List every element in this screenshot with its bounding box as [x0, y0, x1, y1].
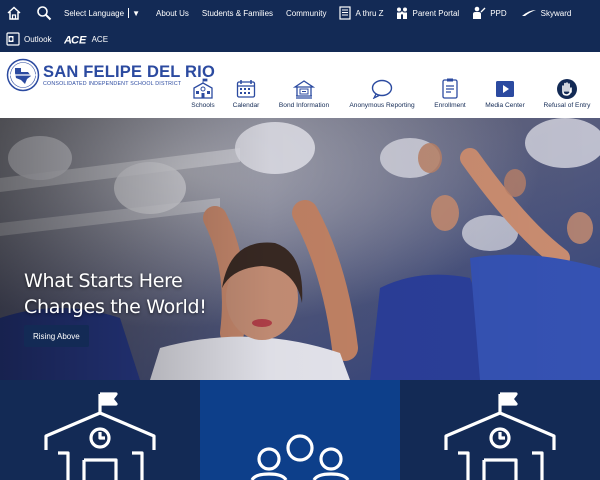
document-list-icon — [339, 6, 352, 20]
main-nav: Schools Calendar Bond Information Anonym… — [0, 78, 600, 118]
topbar-link-a-thru-z[interactable]: A thru Z — [339, 6, 384, 20]
outlook-icon — [6, 32, 20, 46]
hero-banner: What Starts Here Changes the World! Risi… — [0, 118, 600, 380]
tile-community[interactable] — [200, 380, 400, 480]
people-group-icon — [250, 434, 350, 480]
nav-label-refusal-of-entry: Refusal of Entry — [543, 102, 591, 109]
calendar-icon — [236, 78, 256, 100]
presenter-icon — [473, 6, 486, 19]
media-play-icon — [495, 78, 515, 100]
tile-schools-2[interactable] — [400, 380, 600, 480]
nav-label-anonymous-reporting: Anonymous Reporting — [349, 102, 415, 109]
home-icon[interactable] — [3, 2, 25, 24]
outlook-label: Outlook — [24, 34, 52, 44]
ppd-label: PPD — [490, 8, 507, 18]
nav-item-schools[interactable]: Schools — [188, 78, 218, 109]
family-icon — [396, 7, 407, 19]
language-select[interactable]: Select Language ▼ — [64, 8, 140, 18]
nav-item-anonymous-reporting[interactable]: Anonymous Reporting — [347, 78, 417, 109]
topbar-link-ace[interactable]: A C E ACE — [64, 33, 109, 46]
svg-text:E: E — [79, 35, 87, 46]
stop-hand-icon — [556, 78, 578, 100]
quick-links-tiles — [0, 380, 600, 480]
nav-item-calendar[interactable]: Calendar — [229, 78, 263, 109]
tile-schools[interactable] — [0, 380, 200, 480]
nav-item-enrollment[interactable]: Enrollment — [432, 78, 468, 109]
hero-headline: What Starts Here Changes the World! — [24, 268, 207, 320]
topbar-link-students-families[interactable]: Students & Families — [202, 9, 273, 18]
a-thru-z-label: A thru Z — [355, 8, 384, 18]
speech-bubble-icon — [371, 78, 393, 100]
ace-logo-icon: A C E — [64, 35, 87, 46]
language-label: Select Language — [64, 8, 125, 18]
language-separator — [128, 8, 130, 18]
chevron-down-icon: ▼ — [132, 8, 140, 18]
school-building-icon — [444, 392, 556, 480]
topbar-link-skyward[interactable]: Skyward — [521, 8, 572, 18]
enrollment-form-icon — [441, 78, 459, 100]
search-icon[interactable] — [33, 2, 55, 24]
schools-icon — [192, 78, 214, 100]
hero-headline-line-2: Changes the World! — [24, 296, 207, 318]
utility-bar: Select Language ▼ About Us Students & Fa… — [0, 0, 600, 52]
nav-item-bond-information[interactable]: Bond Information — [276, 78, 332, 109]
nav-label-enrollment: Enrollment — [434, 102, 466, 109]
topbar-link-community[interactable]: Community — [286, 9, 326, 18]
site-header: SAN FELIPE DEL RIO CONSOLIDATED INDEPEND… — [0, 52, 600, 118]
skyward-swoosh-icon — [521, 10, 536, 16]
topbar-link-outlook[interactable]: Outlook — [6, 32, 52, 46]
nav-item-refusal-of-entry[interactable]: Refusal of Entry — [543, 78, 591, 109]
bond-building-icon — [293, 78, 315, 100]
nav-label-media-center: Media Center — [485, 102, 525, 109]
parent-portal-label: Parent Portal — [412, 8, 460, 18]
school-building-icon — [44, 392, 156, 480]
nav-label-schools: Schools — [191, 102, 215, 109]
topbar-link-about-us[interactable]: About Us — [156, 9, 189, 18]
rising-above-button[interactable]: Rising Above — [24, 325, 89, 347]
nav-label-calendar: Calendar — [232, 102, 260, 109]
nav-item-media-center[interactable]: Media Center — [483, 78, 527, 109]
skyward-label: Skyward — [540, 8, 572, 18]
ace-label: ACE — [91, 34, 109, 44]
topbar-link-ppd[interactable]: PPD — [472, 6, 507, 20]
utility-bar-row-2: Outlook A C E ACE — [0, 27, 108, 51]
topbar-link-parent-portal[interactable]: Parent Portal — [395, 7, 460, 20]
nav-label-bond-information: Bond Information — [278, 102, 330, 109]
utility-bar-row-1: Select Language ▼ About Us Students & Fa… — [0, 1, 571, 25]
hero-headline-line-1: What Starts Here — [24, 270, 183, 292]
hero-photo-cheerleaders — [0, 118, 600, 380]
